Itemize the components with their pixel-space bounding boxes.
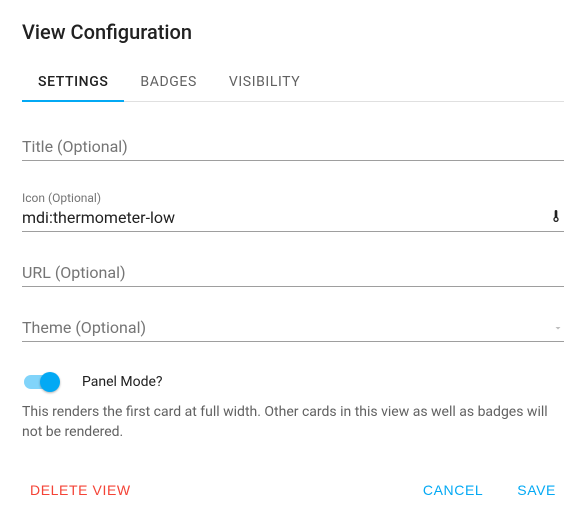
tab-label: Badges: [140, 74, 196, 90]
toggle-thumb: [40, 372, 60, 392]
delete-view-button[interactable]: Delete View: [22, 474, 139, 506]
button-label: Delete View: [30, 482, 131, 498]
theme-field[interactable]: Theme (Optional): [22, 317, 564, 342]
field-label: URL (Optional): [22, 262, 564, 284]
settings-form: Title (Optional) Icon (Optional) mdi:the…: [22, 102, 564, 442]
actions-right: Cancel Save: [415, 474, 564, 506]
tab-label: Settings: [38, 74, 108, 90]
panel-mode-label: Panel Mode?: [82, 374, 163, 390]
title-field[interactable]: Title (Optional): [22, 136, 564, 161]
dialog-actions: Delete View Cancel Save: [22, 468, 564, 506]
tab-badges[interactable]: Badges: [124, 62, 212, 102]
panel-mode-description: This renders the first card at full widt…: [22, 402, 564, 442]
url-field[interactable]: URL (Optional): [22, 262, 564, 287]
field-value-row: Theme (Optional): [22, 317, 564, 339]
tab-bar: Settings Badges Visibility: [22, 62, 564, 102]
panel-mode-toggle[interactable]: [24, 372, 60, 392]
tab-visibility[interactable]: Visibility: [213, 62, 316, 102]
dialog-title: View Configuration: [22, 20, 564, 44]
button-label: Save: [517, 482, 556, 498]
field-label: Icon (Optional): [22, 191, 564, 205]
field-value: mdi:thermometer-low: [22, 207, 548, 229]
save-button[interactable]: Save: [509, 474, 564, 506]
field-label: Title (Optional): [22, 136, 564, 158]
button-label: Cancel: [423, 482, 483, 498]
field-value-row: mdi:thermometer-low: [22, 207, 564, 229]
tab-settings[interactable]: Settings: [22, 62, 124, 102]
chevron-down-icon: [552, 319, 564, 338]
cancel-button[interactable]: Cancel: [415, 474, 491, 506]
view-configuration-dialog: View Configuration Settings Badges Visib…: [0, 0, 586, 516]
field-label: Theme (Optional): [22, 317, 552, 339]
icon-field[interactable]: Icon (Optional) mdi:thermometer-low: [22, 191, 564, 232]
tab-label: Visibility: [229, 74, 300, 90]
panel-mode-row: Panel Mode?: [22, 372, 564, 392]
thermometer-low-icon: [548, 208, 564, 228]
